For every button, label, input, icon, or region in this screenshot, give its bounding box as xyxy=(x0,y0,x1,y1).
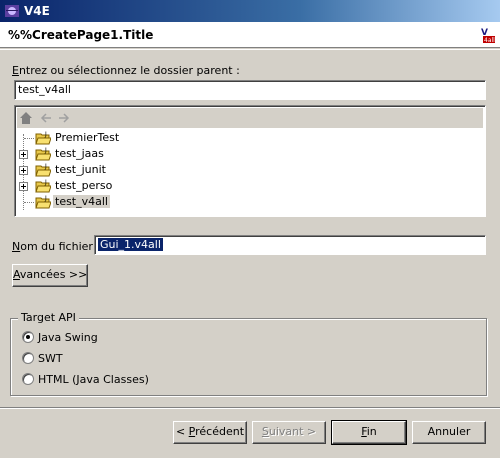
svg-text:J: J xyxy=(44,131,47,138)
file-name-value: Gui_1.v4all xyxy=(98,238,163,251)
tree-item-label: test_jaas xyxy=(55,147,104,160)
folder-tree[interactable]: J PremierTest J test_jaas J test_junit J… xyxy=(14,105,486,217)
tree-item-label: test_perso xyxy=(55,179,113,192)
radio-swt-label[interactable]: SWT xyxy=(38,352,63,365)
folder-open-icon: J xyxy=(35,147,51,161)
file-name-label: Nom du fichier : xyxy=(12,240,101,253)
radio-swt[interactable] xyxy=(22,352,34,364)
next-button[interactable]: Suivant > xyxy=(252,421,326,444)
expand-icon[interactable] xyxy=(19,150,28,159)
back-button[interactable]: < Précédent xyxy=(173,421,247,444)
radio-java-swing[interactable] xyxy=(22,331,34,343)
tree-item-label: test_v4all xyxy=(53,195,110,208)
svg-text:4all: 4all xyxy=(484,37,495,44)
back-arrow-icon[interactable] xyxy=(39,111,53,125)
folder-open-icon: J xyxy=(35,179,51,193)
header-divider xyxy=(0,49,500,50)
radio-html[interactable] xyxy=(22,373,34,385)
tree-item-test-perso[interactable]: J test_perso xyxy=(19,178,479,194)
expand-icon[interactable] xyxy=(19,182,28,191)
parent-folder-input[interactable]: test_v4all xyxy=(14,80,486,100)
radio-html-label[interactable]: HTML (Java Classes) xyxy=(38,373,149,386)
svg-text:J: J xyxy=(44,179,47,186)
app-icon xyxy=(5,5,19,17)
tree-connector xyxy=(24,202,34,203)
forward-arrow-icon[interactable] xyxy=(57,111,71,125)
svg-text:J: J xyxy=(44,147,47,154)
file-name-input[interactable]: Gui_1.v4all xyxy=(94,235,486,255)
window-titlebar[interactable]: V4E xyxy=(0,0,500,22)
tree-item-test-junit[interactable]: J test_junit xyxy=(19,162,479,178)
tree-connector xyxy=(24,138,34,139)
svg-text:J: J xyxy=(44,163,47,170)
tree-item-label: PremierTest xyxy=(55,131,120,144)
parent-folder-label: Entrez ou sélectionnez le dossier parent… xyxy=(12,64,240,77)
cancel-button[interactable]: Annuler xyxy=(412,421,486,444)
window-title: V4E xyxy=(24,4,50,18)
target-api-title: Target API xyxy=(18,311,79,324)
v4all-logo-icon: V 4all xyxy=(480,26,496,44)
tree-item-test-v4all[interactable]: J test_v4all xyxy=(19,194,479,210)
tree-toolbar xyxy=(17,108,483,128)
svg-text:J: J xyxy=(44,195,47,202)
finish-button[interactable]: Fin xyxy=(331,420,407,445)
advanced-button[interactable]: Avancées >> xyxy=(12,264,88,287)
page-title: %%CreatePage1.Title xyxy=(8,28,154,42)
tree-item-label: test_junit xyxy=(55,163,106,176)
folder-open-icon: J xyxy=(35,163,51,177)
tree-item-test-jaas[interactable]: J test_jaas xyxy=(19,146,479,162)
tree-item-premiertest[interactable]: J PremierTest xyxy=(19,130,479,146)
expand-icon[interactable] xyxy=(19,166,28,175)
folder-open-icon: J xyxy=(35,131,51,145)
parent-folder-value: test_v4all xyxy=(18,83,71,96)
wizard-header: %%CreatePage1.Title V 4all xyxy=(0,22,500,48)
folder-open-icon: J xyxy=(35,195,51,209)
radio-java-swing-label[interactable]: Java Swing xyxy=(38,331,98,344)
home-icon[interactable] xyxy=(19,111,33,125)
footer-separator xyxy=(0,407,500,409)
